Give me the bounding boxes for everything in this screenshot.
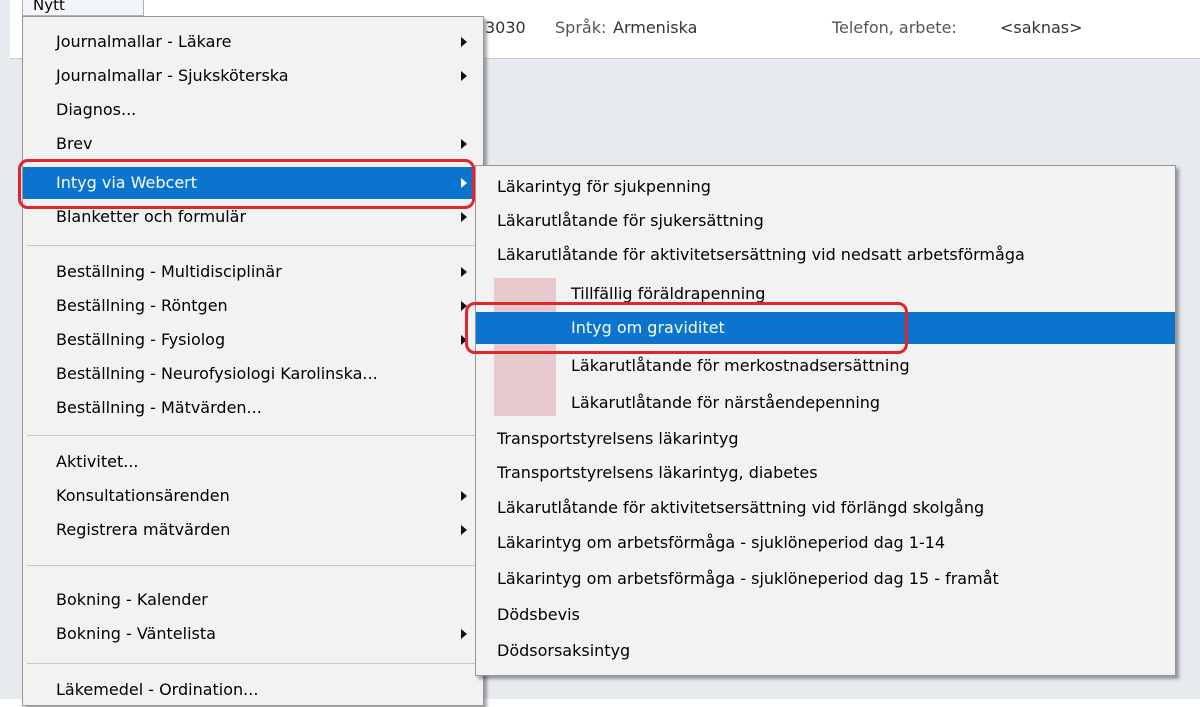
context-menu: Journalmallar - Läkare Journalmallar - S… [22, 16, 484, 706]
submenu-item-11[interactable]: Läkarintyg om arbetsförmåga - sjuklönepe… [476, 562, 1175, 596]
submenu-item-label: Läkarutlåtande för sjukersättning [497, 211, 764, 230]
submenu-item-label: Läkarutlåtande för närståendepenning [571, 393, 881, 412]
submenu-arrow-icon [461, 37, 467, 47]
submenu-item-label: Dödsbevis [497, 605, 580, 624]
menu-item-lakemedel-ordination[interactable]: Läkemedel - Ordination... [23, 673, 483, 707]
menu-item-registrera-matvarden[interactable]: Registrera mätvärden [23, 513, 483, 547]
webcert-submenu: Läkarintyg för sjukpenning Läkarutlåtand… [475, 165, 1176, 676]
submenu-item-13[interactable]: Dödsorsaksintyg [476, 634, 1175, 668]
submenu-item-label: Läkarintyg om arbetsförmåga - sjuklönepe… [497, 533, 946, 552]
submenu-item-label: Läkarintyg om arbetsförmåga - sjuklönepe… [497, 569, 999, 588]
submenu-item-9[interactable]: Läkarutlåtande för aktivitetsersättning … [476, 491, 1175, 525]
submenu-item-label: Transportstyrelsens läkarintyg, diabetes [497, 463, 818, 482]
menu-item-label: Diagnos... [56, 100, 137, 119]
submenu-arrow-icon [461, 525, 467, 535]
menu-item-label: Bokning - Väntelista [56, 624, 216, 643]
submenu-item-12[interactable]: Dödsbevis [476, 598, 1175, 632]
menu-separator [27, 565, 479, 566]
left-strip [0, 0, 10, 699]
submenu-arrow-icon [461, 629, 467, 639]
submenu-item-label: Läkarutlåtande för aktivitetsersättning … [497, 498, 985, 517]
submenu-item-label: Dödsorsaksintyg [497, 641, 631, 660]
menu-item-diagnos[interactable]: Diagnos... [23, 93, 483, 127]
annotation-ring-graviditet [465, 302, 908, 354]
menu-item-label: Beställning - Röntgen [56, 296, 228, 315]
menu-item-bestallning-rontgen[interactable]: Beställning - Röntgen [23, 289, 483, 323]
menu-item-label: Brev [56, 134, 93, 153]
submenu-item-8[interactable]: Transportstyrelsens läkarintyg, diabetes [476, 456, 1175, 490]
menu-item-label: Beställning - Mätvärden... [56, 398, 262, 417]
menu-item-journalmallar-sjukskoterska[interactable]: Journalmallar - Sjuksköterska [23, 59, 483, 93]
menu-item-label: Beställning - Fysiolog [56, 330, 226, 349]
annotation-ring-webcert [18, 159, 475, 209]
submenu-arrow-icon [461, 71, 467, 81]
menu-item-bokning-kalender[interactable]: Bokning - Kalender [23, 583, 483, 617]
menu-separator [27, 245, 479, 246]
nytt-button[interactable]: Nytt [22, 0, 144, 16]
menu-item-label: Beställning - Neurofysiologi Karolinska.… [56, 364, 378, 383]
submenu-item-label: Transportstyrelsens läkarintyg [497, 429, 739, 448]
submenu-item-6[interactable]: Läkarutlåtande för närståendepenning [476, 386, 1175, 420]
menu-item-label: Läkemedel - Ordination... [56, 680, 259, 699]
menu-item-label: Beställning - Multidisciplinär [56, 262, 282, 281]
language-value: Armeniska [613, 18, 698, 37]
menu-item-label: Konsultationsärenden [56, 486, 230, 505]
menu-item-label: Journalmallar - Läkare [56, 32, 232, 51]
language-label: Språk: [555, 18, 607, 37]
phone-value: <saknas> [1000, 18, 1083, 37]
menu-item-bestallning-multidisciplinar[interactable]: Beställning - Multidisciplinär [23, 255, 483, 289]
submenu-item-label: Tillfällig föräldrapenning [571, 284, 766, 303]
submenu-arrow-icon [461, 491, 467, 501]
menu-item-bestallning-matvarden[interactable]: Beställning - Mätvärden... [23, 391, 483, 425]
menu-item-bestallning-neurofysiologi[interactable]: Beställning - Neurofysiologi Karolinska.… [23, 357, 483, 391]
submenu-arrow-icon [461, 139, 467, 149]
menu-item-label: Aktivitet... [56, 452, 139, 471]
submenu-item-label: Läkarintyg för sjukpenning [497, 177, 711, 196]
menu-separator [27, 435, 479, 436]
menu-item-bestallning-fysiolog[interactable]: Beställning - Fysiolog [23, 323, 483, 357]
menu-item-brev[interactable]: Brev [23, 127, 483, 161]
submenu-item-10[interactable]: Läkarintyg om arbetsförmåga - sjuklönepe… [476, 526, 1175, 560]
submenu-item-7[interactable]: Transportstyrelsens läkarintyg [476, 422, 1175, 456]
submenu-item-2[interactable]: Läkarutlåtande för aktivitetsersättning … [476, 238, 1175, 272]
menu-item-label: Blanketter och formulär [56, 207, 247, 226]
menu-item-label: Bokning - Kalender [56, 590, 208, 609]
menu-item-label: Registrera mätvärden [56, 520, 231, 539]
patient-code: 3030 [485, 18, 526, 37]
submenu-item-label: Läkarutlåtande för aktivitetsersättning … [497, 245, 1025, 264]
menu-separator [27, 663, 479, 664]
submenu-item-0[interactable]: Läkarintyg för sjukpenning [476, 170, 1175, 204]
menu-item-aktivitet[interactable]: Aktivitet... [23, 445, 483, 479]
menu-item-bokning-vantelista[interactable]: Bokning - Väntelista [23, 617, 483, 651]
submenu-item-label: Läkarutlåtande för merkostnadsersättning [571, 356, 910, 375]
submenu-arrow-icon [461, 212, 467, 222]
menu-item-journalmallar-lakare[interactable]: Journalmallar - Läkare [23, 25, 483, 59]
menu-item-konsultationsarenden[interactable]: Konsultationsärenden [23, 479, 483, 513]
menu-item-label: Journalmallar - Sjuksköterska [56, 66, 289, 85]
submenu-item-5[interactable]: Läkarutlåtande för merkostnadsersättning [476, 349, 1175, 383]
phone-label: Telefon, arbete: [832, 18, 957, 37]
submenu-arrow-icon [461, 267, 467, 277]
submenu-item-1[interactable]: Läkarutlåtande för sjukersättning [476, 204, 1175, 238]
